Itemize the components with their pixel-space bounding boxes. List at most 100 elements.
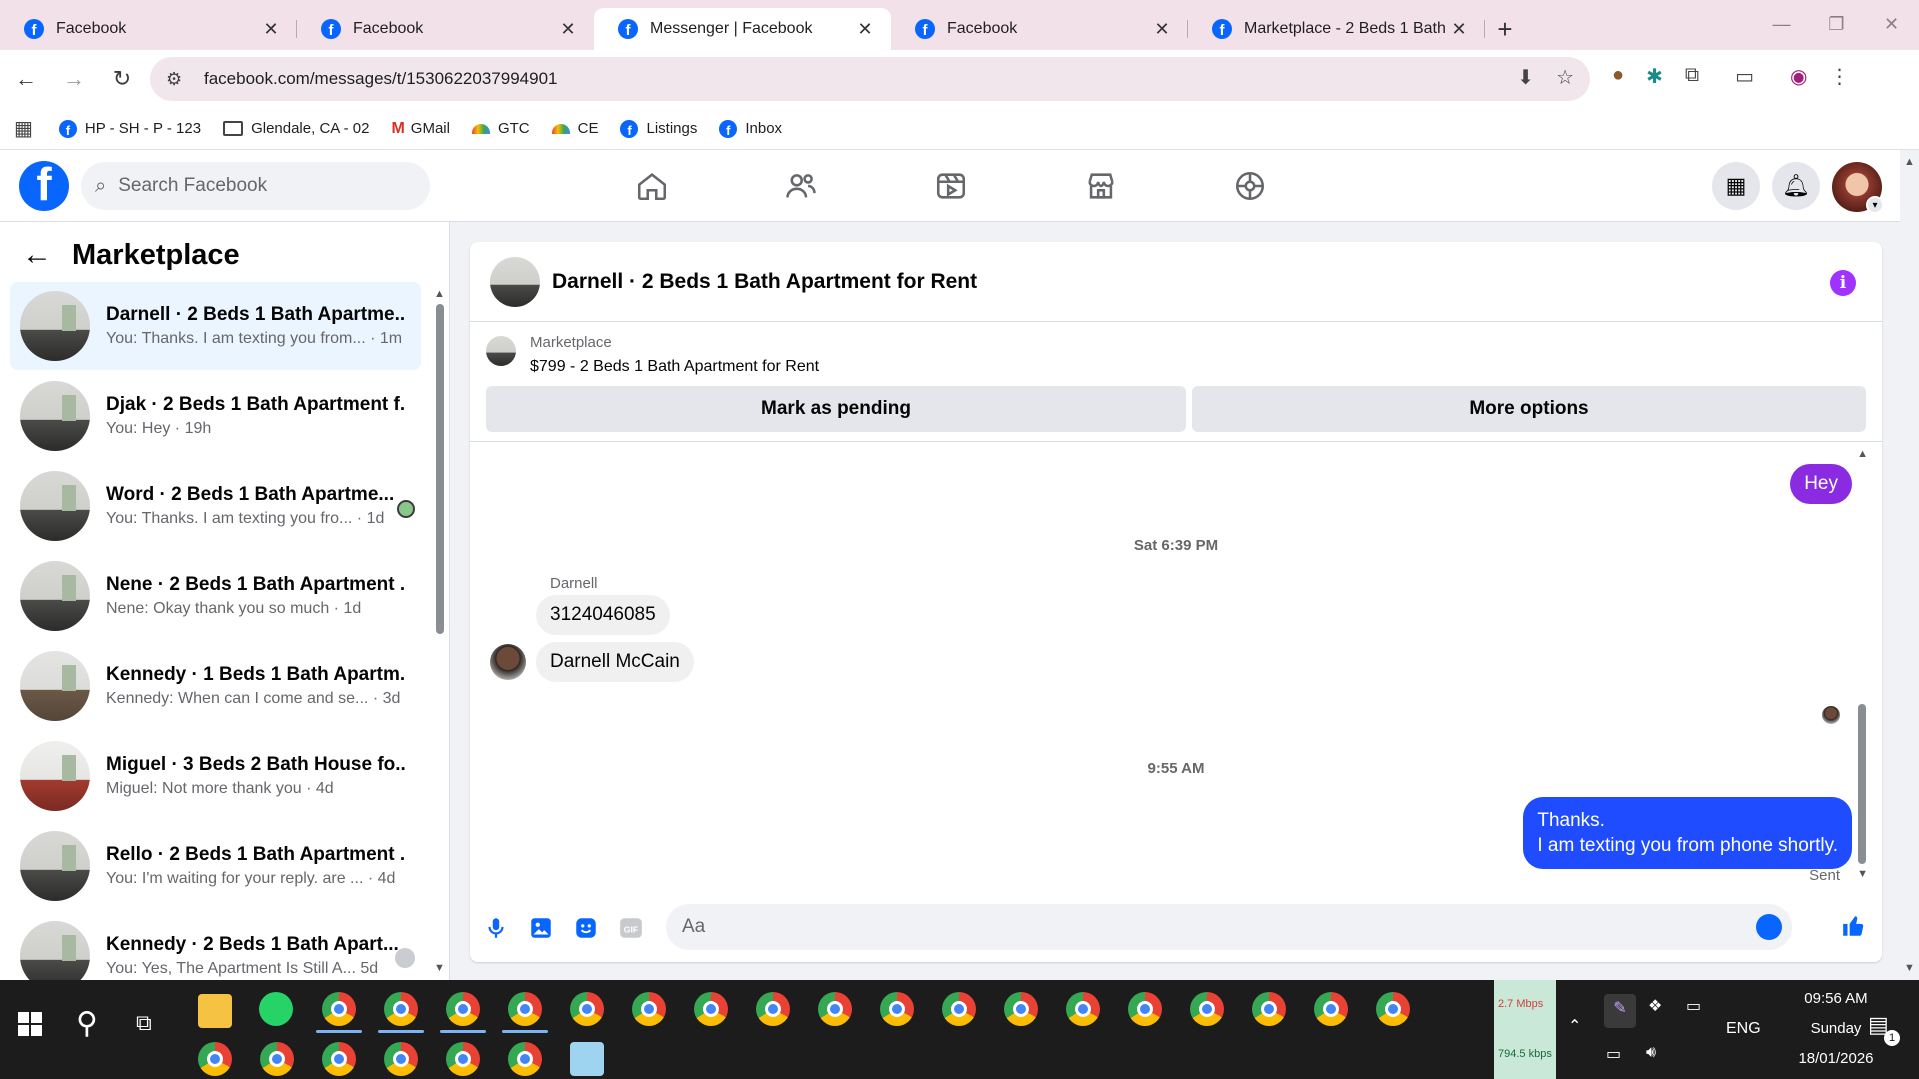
thumbs-up-icon[interactable] xyxy=(1840,912,1868,940)
extension-icon[interactable]: ✱ xyxy=(1646,64,1663,89)
apps-grid-icon[interactable]: ▦ xyxy=(14,116,33,141)
network-icon[interactable]: ▭ xyxy=(1606,1044,1621,1064)
chrome-window-icon[interactable] xyxy=(322,1042,356,1076)
tab-search-icon[interactable]: ▭ xyxy=(1735,64,1754,89)
close-window-icon[interactable]: ✕ xyxy=(1864,0,1919,48)
browser-tab-1[interactable]: f Facebook ✕ xyxy=(0,8,297,50)
browser-tab-5[interactable]: f Marketplace - 2 Beds 1 Bath Ap ✕ xyxy=(1188,8,1485,50)
more-options-button[interactable]: More options xyxy=(1192,386,1866,432)
chrome-window-icon[interactable] xyxy=(694,992,728,1026)
close-icon[interactable]: ✕ xyxy=(556,19,580,40)
bookmark-item[interactable]: GTC xyxy=(471,120,530,137)
install-app-icon[interactable]: ⬇ xyxy=(1517,65,1534,90)
chat-title[interactable]: Darnell · 2 Beds 1 Bath Apartment for Re… xyxy=(552,270,977,294)
chrome-window-icon[interactable] xyxy=(570,992,604,1026)
page-scroll-down-icon[interactable]: ▼ xyxy=(1904,962,1915,974)
chrome-window-icon[interactable] xyxy=(818,992,852,1026)
close-icon[interactable]: ✕ xyxy=(1150,19,1174,40)
minimize-icon[interactable]: — xyxy=(1754,0,1809,48)
chrome-window-icon[interactable] xyxy=(322,992,356,1026)
browser-tab-4[interactable]: f Facebook ✕ xyxy=(891,8,1188,50)
puzzle-extensions-icon[interactable]: ⧉ xyxy=(1685,64,1699,89)
cookie-extension-icon[interactable]: ● xyxy=(1612,64,1624,89)
conversation-item[interactable]: Kennedy · 1 Beds 1 Bath Apartm... Kenned… xyxy=(10,642,421,730)
incoming-message[interactable]: 3124046085 xyxy=(536,595,670,635)
video-icon[interactable] xyxy=(931,168,971,204)
chrome-window-icon[interactable] xyxy=(1190,992,1224,1026)
task-view-icon[interactable]: ⧉ xyxy=(136,1010,152,1036)
menu-grid-icon[interactable]: ▦ xyxy=(1712,162,1760,210)
browser-tab-2[interactable]: f Facebook ✕ xyxy=(297,8,594,50)
chrome-window-icon[interactable] xyxy=(446,1042,480,1076)
account-avatar[interactable]: ▾ xyxy=(1832,162,1884,214)
chrome-window-icon[interactable] xyxy=(1128,992,1162,1026)
message-input[interactable]: Aa xyxy=(666,904,1792,950)
chrome-window-icon[interactable] xyxy=(942,992,976,1026)
feather-app-icon[interactable]: ✎ xyxy=(1604,994,1636,1028)
chrome-window-icon[interactable] xyxy=(508,992,542,1026)
language-indicator[interactable]: ENG xyxy=(1726,1020,1761,1038)
bookmark-item[interactable]: CE xyxy=(551,120,598,137)
scroll-up-icon[interactable]: ▲ xyxy=(1857,448,1868,460)
forward-icon[interactable]: → xyxy=(52,59,96,99)
close-icon[interactable]: ✕ xyxy=(853,19,877,40)
site-settings-icon[interactable]: ⚙ xyxy=(166,69,188,90)
conversation-item[interactable]: Djak · 2 Beds 1 Bath Apartment f... You:… xyxy=(10,372,421,460)
url-text[interactable]: facebook.com/messages/t/1530622037994901 xyxy=(204,69,557,89)
browser-tab-3[interactable]: f Messenger | Facebook ✕ xyxy=(594,8,891,50)
gif-icon[interactable]: GIF xyxy=(617,914,645,942)
facebook-logo-icon[interactable]: f xyxy=(19,161,69,211)
chrome-window-icon[interactable] xyxy=(1066,992,1100,1026)
chrome-window-icon[interactable] xyxy=(446,992,480,1026)
bookmark-item[interactable]: f Listings xyxy=(620,119,697,138)
search-input[interactable]: ⌕ Search Facebook xyxy=(81,162,430,210)
incoming-message[interactable]: Darnell McCain xyxy=(536,642,694,682)
listing-title[interactable]: $799 - 2 Beds 1 Bath Apartment for Rent xyxy=(530,358,819,376)
new-tab-button[interactable]: + xyxy=(1485,8,1525,50)
marketplace-icon[interactable] xyxy=(1081,168,1121,204)
conversation-item[interactable]: Darnell · 2 Beds 1 Bath Apartme... You: … xyxy=(10,282,421,370)
conversation-item[interactable]: Word · 2 Beds 1 Bath Apartme... You: Tha… xyxy=(10,462,421,550)
chrome-window-icon[interactable] xyxy=(1376,992,1410,1026)
bookmark-item[interactable]: M GMail xyxy=(391,120,450,138)
conversation-item[interactable]: Nene · 2 Beds 1 Bath Apartment ... Nene:… xyxy=(10,552,421,640)
reload-icon[interactable]: ↻ xyxy=(100,59,144,99)
bookmark-item[interactable]: f Inbox xyxy=(719,119,782,138)
outgoing-message[interactable]: Hey xyxy=(1790,464,1852,504)
close-icon[interactable]: ✕ xyxy=(1447,19,1471,40)
chrome-window-icon[interactable] xyxy=(756,992,790,1026)
chat-scrollbar[interactable] xyxy=(1858,704,1866,864)
bookmark-item[interactable]: f HP - SH - P - 123 xyxy=(58,119,201,138)
dropbox-icon[interactable]: ❖ xyxy=(1648,996,1662,1016)
address-bar[interactable]: ⚙ facebook.com/messages/t/15306220379949… xyxy=(150,57,1590,101)
back-icon[interactable]: ← xyxy=(4,59,48,99)
chrome-window-icon[interactable] xyxy=(508,1042,542,1076)
restore-icon[interactable]: ❐ xyxy=(1809,0,1864,48)
chrome-window-icon[interactable] xyxy=(198,1042,232,1076)
gaming-icon[interactable] xyxy=(1230,168,1270,204)
conversation-item[interactable]: Kennedy · 2 Beds 1 Bath Apart... You: Ye… xyxy=(10,912,421,980)
whatsapp-icon[interactable] xyxy=(259,992,293,1026)
chrome-window-icon[interactable] xyxy=(260,1042,294,1076)
chrome-window-icon[interactable] xyxy=(1252,992,1286,1026)
profile-icon[interactable]: ◉ xyxy=(1790,64,1807,89)
page-scroll-up-icon[interactable]: ▲ xyxy=(1904,156,1915,168)
chrome-window-icon[interactable] xyxy=(880,992,914,1026)
emoji-icon[interactable] xyxy=(1756,914,1782,940)
chrome-window-icon[interactable] xyxy=(384,1042,418,1076)
photo-icon[interactable] xyxy=(527,914,555,942)
chrome-window-icon[interactable] xyxy=(1004,992,1038,1026)
sticker-icon[interactable] xyxy=(572,914,600,942)
bookmark-star-icon[interactable]: ☆ xyxy=(1556,65,1574,90)
chrome-window-icon[interactable] xyxy=(1314,992,1348,1026)
microphone-icon[interactable] xyxy=(482,914,510,942)
chat-avatar[interactable] xyxy=(490,256,540,307)
sender-avatar[interactable] xyxy=(490,644,526,680)
notifications-bell-icon[interactable]: 🔔︎ xyxy=(1772,162,1820,210)
bookmark-folder[interactable]: Glendale, CA - 02 xyxy=(223,120,369,137)
volume-icon[interactable]: 🔊︎ xyxy=(1646,1044,1656,1062)
mark-as-pending-button[interactable]: Mark as pending xyxy=(486,386,1186,432)
search-icon[interactable]: ⚲ xyxy=(76,1006,98,1041)
close-icon[interactable]: ✕ xyxy=(259,19,283,40)
menu-kebab-icon[interactable]: ⋮ xyxy=(1830,64,1850,89)
